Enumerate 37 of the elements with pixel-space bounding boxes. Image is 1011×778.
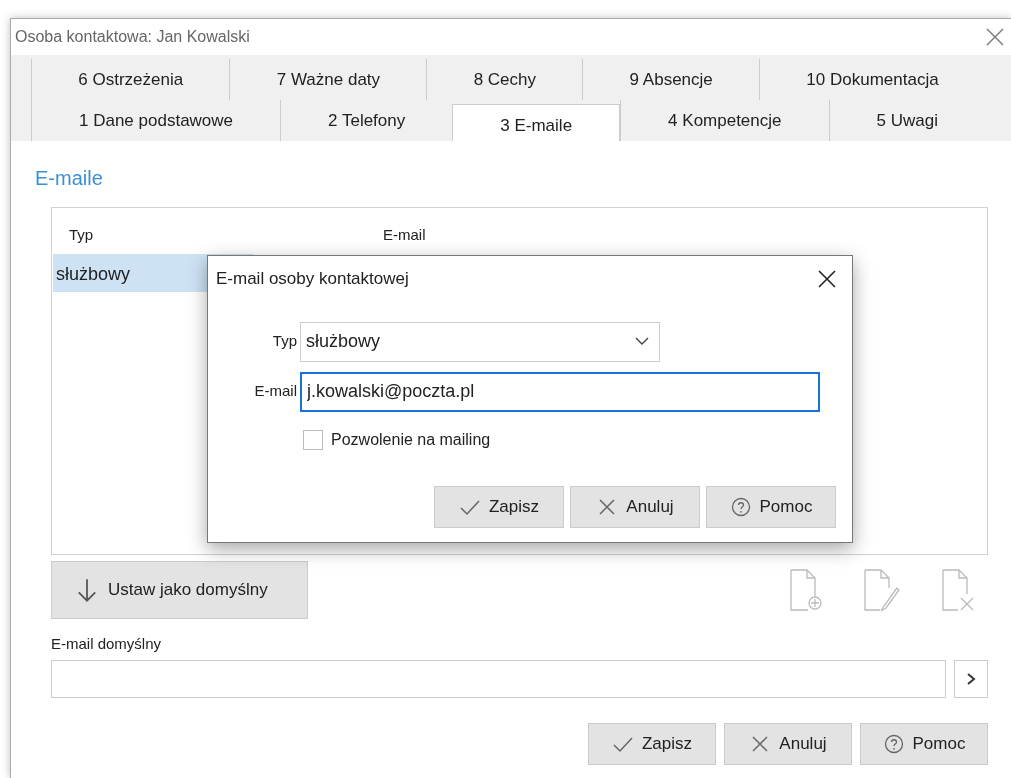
chevron-right-icon	[966, 672, 976, 685]
tab[interactable]: 1 Dane podstawowe	[31, 100, 281, 141]
tab[interactable]: 4 Kompetencje	[620, 100, 829, 141]
chevron-down-icon	[635, 337, 649, 346]
field-label: E-mail domyślny	[51, 634, 163, 654]
cancel-button[interactable]: Anuluj	[724, 722, 852, 765]
section-title: E-maile	[35, 166, 104, 191]
column-header: E-mail	[383, 225, 426, 245]
checkbox[interactable]	[303, 429, 323, 450]
help-button[interactable]: Pomoc	[860, 722, 988, 765]
set-default-button[interactable]: Ustaw jako domyślny	[51, 561, 308, 619]
checkbox-label: Pozwolenie na mailing	[331, 429, 491, 450]
tab[interactable]: 10 Dokumentacja	[759, 59, 985, 100]
column-header: Typ	[69, 225, 94, 245]
tab[interactable]: 8 Cechy	[426, 59, 583, 100]
save-button[interactable]: Zapisz	[434, 485, 564, 528]
help-icon	[729, 495, 752, 518]
close-icon[interactable]	[816, 267, 838, 290]
field-label: Typ	[271, 331, 298, 352]
tab[interactable]: 5 Uwagi	[828, 100, 985, 141]
window-title: Osoba kontaktowa: Jan Kowalski	[15, 27, 250, 47]
email-field[interactable]: j.kowalski@poczta.pl	[300, 371, 820, 412]
cancel-button[interactable]: Anuluj	[570, 485, 700, 528]
edit-document-icon[interactable]	[862, 568, 902, 612]
delete-document-icon[interactable]	[940, 568, 976, 612]
browse-button[interactable]	[954, 659, 988, 698]
default-email-field[interactable]	[51, 659, 946, 698]
help-icon	[882, 732, 905, 755]
save-button[interactable]: Zapisz	[588, 722, 716, 765]
tab[interactable]: 6 Ostrzeżenia	[31, 59, 230, 100]
new-document-icon[interactable]	[788, 568, 824, 612]
tab[interactable]: 7 Ważne daty	[229, 59, 427, 100]
type-dropdown[interactable]: służbowy	[300, 321, 660, 362]
tab[interactable]: 3 E-maile	[452, 104, 621, 141]
field-label: E-mail	[253, 381, 298, 402]
help-button[interactable]: Pomoc	[706, 485, 836, 528]
tab[interactable]: 9 Absencje	[582, 59, 760, 100]
